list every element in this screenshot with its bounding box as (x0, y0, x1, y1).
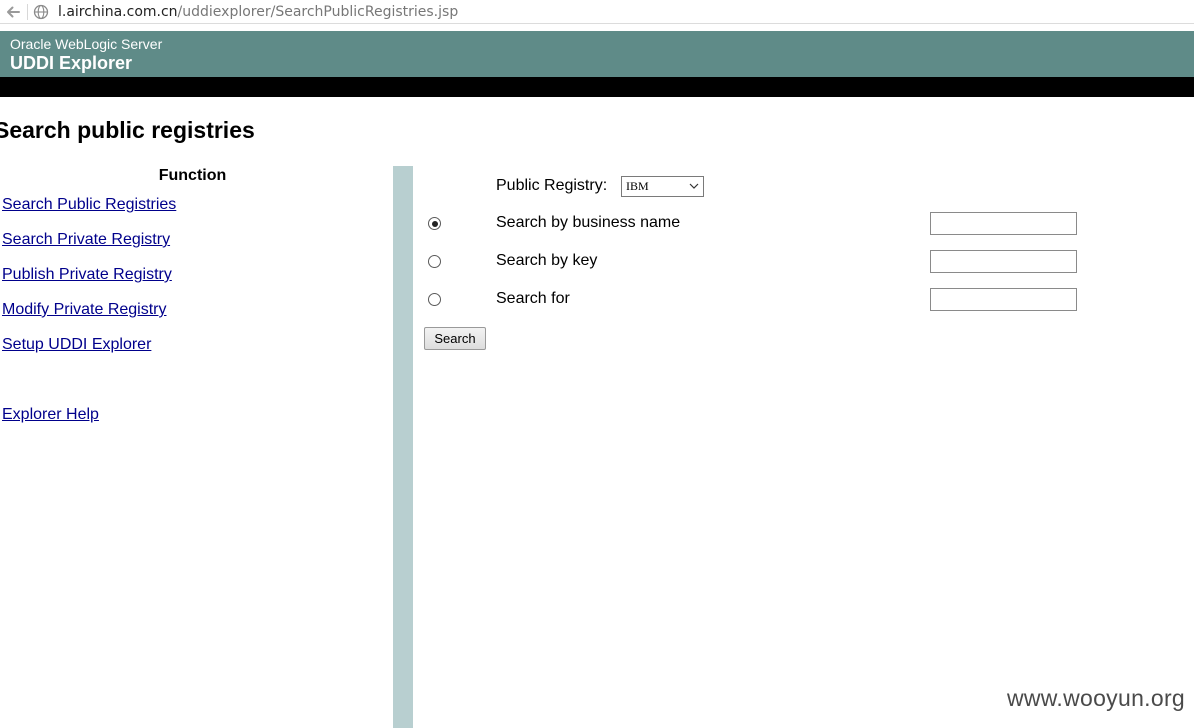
public-registry-selected-value: IBM (626, 179, 649, 193)
back-arrow-icon[interactable] (4, 3, 22, 21)
radio-search-for[interactable] (428, 293, 441, 306)
key-input[interactable] (930, 250, 1077, 273)
url-field[interactable]: l.airchina.com.cn/uddiexplorer/SearchPub… (58, 3, 458, 21)
radio-search-by-key[interactable] (428, 255, 441, 268)
search-for-input[interactable] (930, 288, 1077, 311)
content-divider (393, 166, 413, 728)
search-by-key-label: Search by key (496, 252, 598, 269)
app-title: UDDI Explorer (10, 53, 133, 73)
chevron-down-icon (689, 183, 699, 189)
sidebar-link-explorer-help[interactable]: Explorer Help (2, 406, 99, 424)
sidebar-link-search-public-registries[interactable]: Search Public Registries (2, 196, 176, 214)
browser-address-bar: l.airchina.com.cn/uddiexplorer/SearchPub… (0, 0, 1194, 24)
app-subtitle: Oracle WebLogic Server (10, 36, 163, 52)
sidebar-link-setup-uddi-explorer[interactable]: Setup UDDI Explorer (2, 336, 151, 354)
page-title: Search public registries (0, 117, 255, 143)
sidebar-link-modify-private-registry[interactable]: Modify Private Registry (2, 301, 167, 319)
public-registry-label: Public Registry: (496, 177, 608, 194)
watermark: www.wooyun.org (1006, 685, 1185, 711)
address-bar-separator (27, 4, 28, 20)
url-host: l.airchina.com.cn (58, 4, 178, 20)
radio-selected-dot (431, 220, 438, 227)
business-name-input[interactable] (930, 212, 1077, 235)
search-button[interactable]: Search (424, 327, 486, 350)
sidebar-link-search-private-registry[interactable]: Search Private Registry (2, 231, 170, 249)
url-path: /uddiexplorer/SearchPublicRegistries.jsp (177, 4, 459, 20)
sidebar-link-publish-private-registry[interactable]: Publish Private Registry (2, 266, 172, 284)
search-by-business-name-label: Search by business name (496, 214, 681, 231)
globe-icon (33, 4, 49, 20)
public-registry-select[interactable]: IBM (621, 176, 704, 197)
search-for-label: Search for (496, 290, 570, 307)
sidebar-heading: Function (158, 167, 227, 184)
header-divider-band (0, 77, 1194, 97)
app-header: Oracle WebLogic Server UDDI Explorer (0, 31, 1194, 77)
radio-search-by-business-name[interactable] (428, 217, 441, 230)
